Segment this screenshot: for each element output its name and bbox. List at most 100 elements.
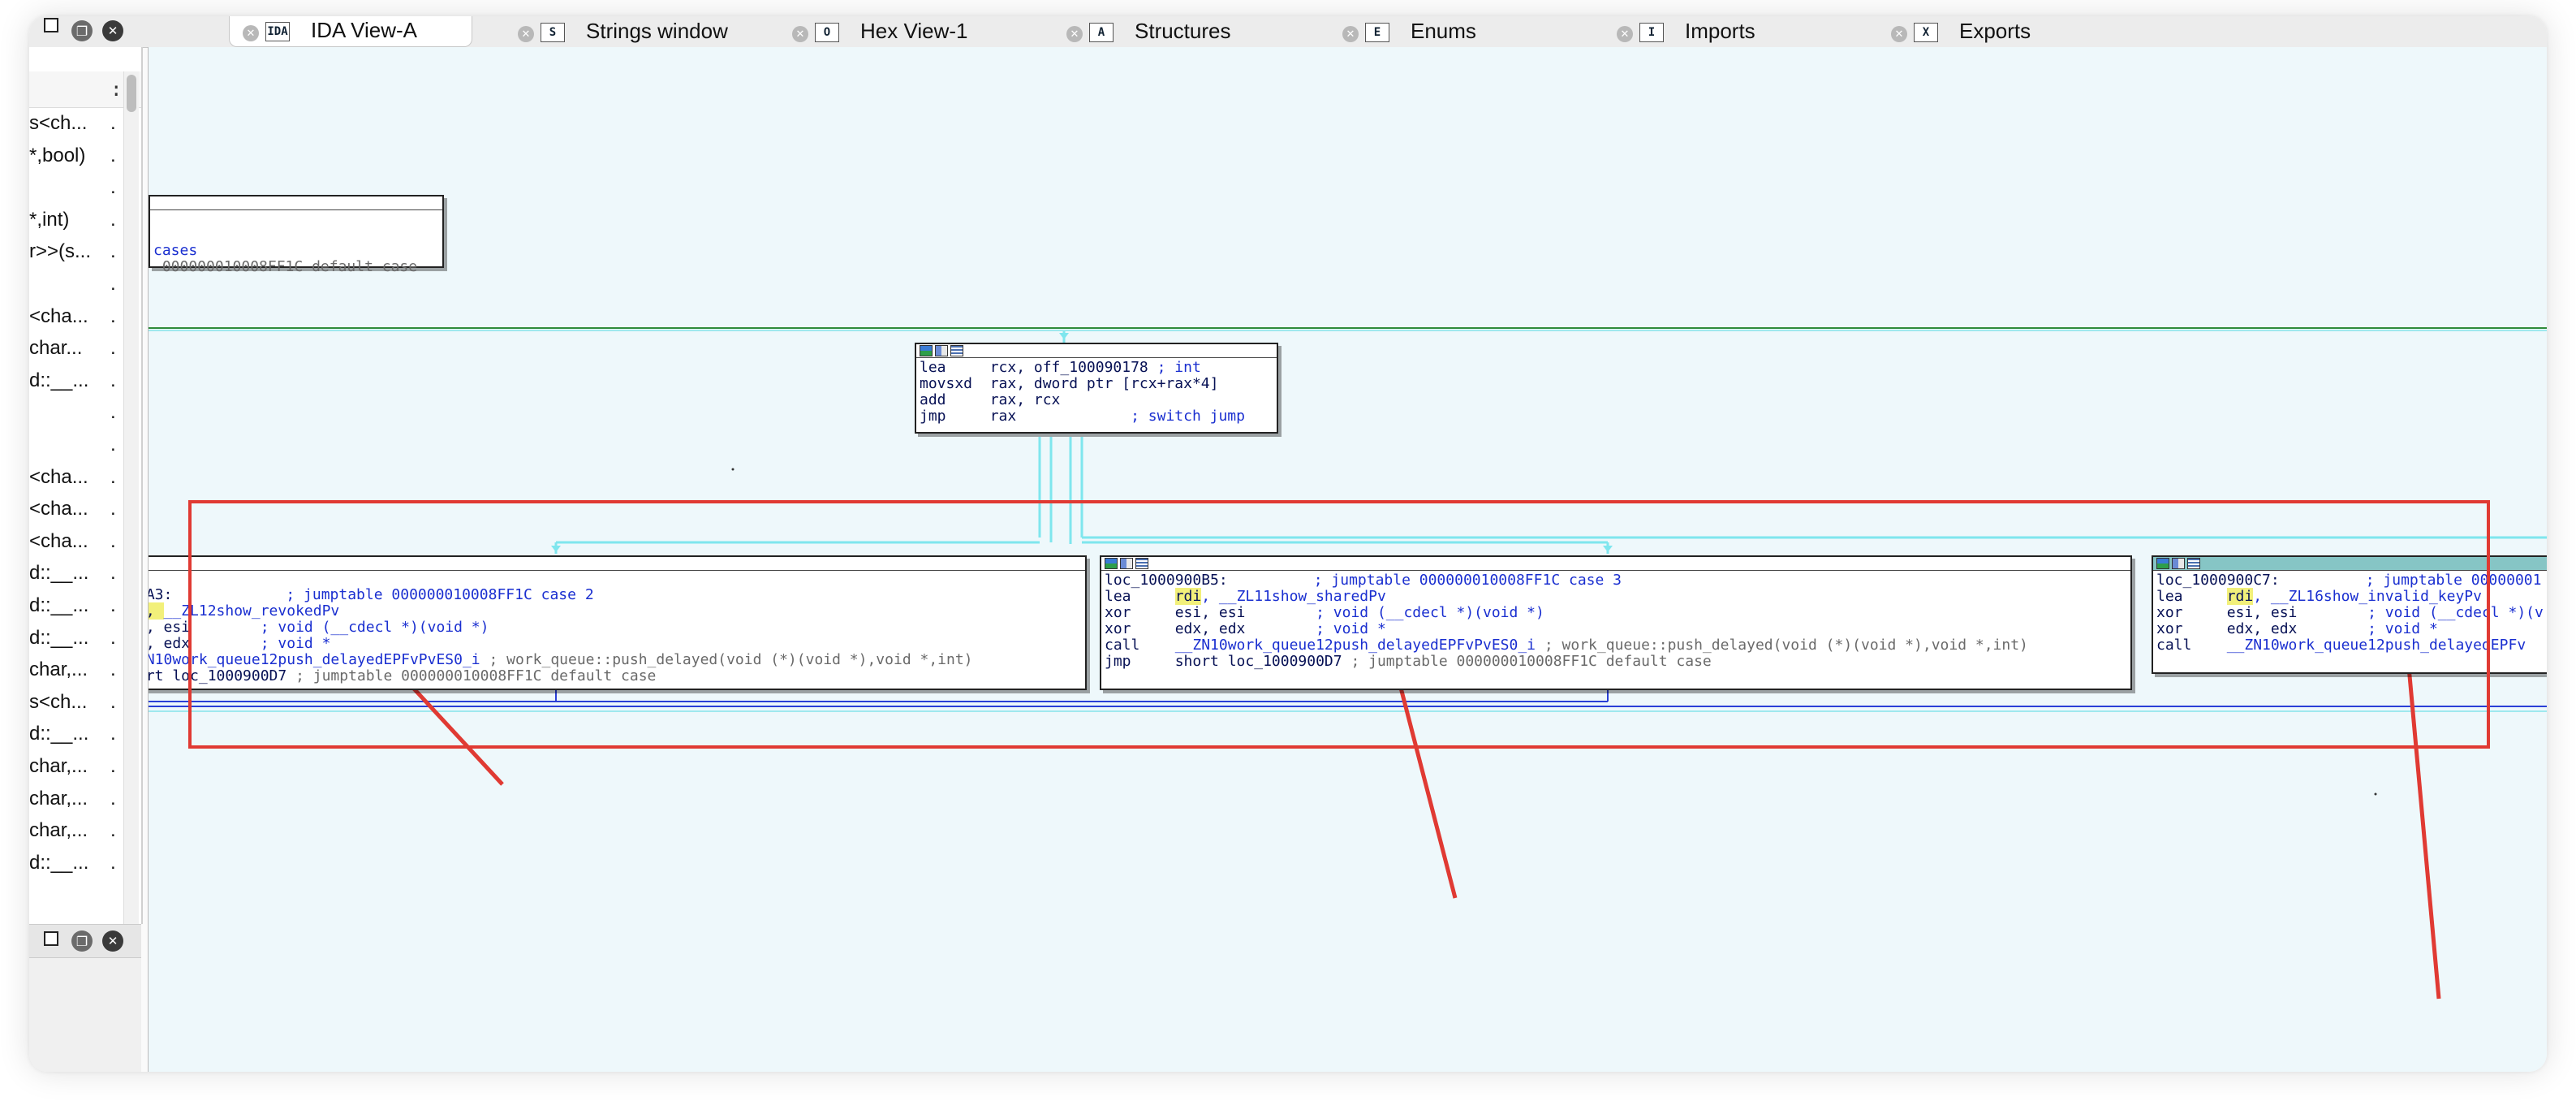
asm-symbol-show-shared[interactable]: , __ZL11show_sharedPv — [1201, 588, 1386, 605]
function-column-marker: . — [110, 369, 116, 391]
asm-comment: ; jumptable 00000001 — [2365, 572, 2542, 589]
node-title-bar — [916, 344, 1277, 358]
function-list-item[interactable]: r>>(s.... — [29, 240, 120, 270]
restore-icon[interactable]: ❐ — [71, 20, 93, 41]
function-list-item[interactable]: d::__.... — [29, 723, 120, 752]
tab-hex-view-1[interactable]: ✕ O Hex View-1 — [779, 16, 1023, 47]
function-list-item[interactable]: d::__.... — [29, 627, 120, 656]
tab-exports[interactable]: ✕ X Exports — [1878, 16, 2122, 47]
graph-color-icon[interactable] — [1105, 558, 1118, 569]
asm-comment: ; jumptable 000000010008FF1C case 2 — [286, 586, 594, 603]
tab-close-icon[interactable]: ✕ — [1066, 26, 1083, 42]
asm-symbol-push-delayed[interactable]: ZN10work_queue12push_delayedEPFvPvES0_i — [149, 651, 480, 668]
close-icon[interactable]: ✕ — [102, 20, 123, 41]
node-case-3[interactable]: loc_1000900B5: ; jumptable 000000010008FF… — [1100, 555, 2132, 690]
function-list-item[interactable]: d::__.... — [29, 594, 120, 624]
asm-symbol-show-invalid-key[interactable]: , __ZL16show_invalid_keyPv — [2253, 588, 2482, 605]
function-name: char,... — [29, 819, 88, 842]
function-list-item[interactable]: . — [29, 176, 120, 205]
graph-list-icon[interactable] — [1135, 558, 1148, 569]
tab-strings-window[interactable]: ✕ S Strings window — [505, 16, 748, 47]
function-name: s<ch... — [29, 112, 88, 134]
tab-close-icon[interactable]: ✕ — [1891, 26, 1907, 42]
tab-enums[interactable]: ✕ E Enums — [1329, 16, 1573, 47]
function-column-marker: . — [110, 240, 116, 263]
function-list-item[interactable]: d::__.... — [29, 369, 120, 399]
function-column-marker: . — [110, 851, 116, 874]
asm-label: loc_1000900C7: — [2156, 572, 2280, 589]
tab-close-icon[interactable]: ✕ — [518, 26, 534, 42]
maximize-icon[interactable] — [44, 931, 58, 946]
function-list-item[interactable]: char,.... — [29, 658, 120, 688]
node-cases[interactable]: cases 000000010008FF1C default case — [149, 195, 444, 275]
function-column-marker: . — [110, 465, 116, 488]
function-name: <cha... — [29, 304, 88, 327]
function-list-item[interactable]: *,int). — [29, 209, 120, 238]
graph-list-icon[interactable] — [2187, 558, 2200, 569]
node-case-2[interactable]: DA3:; jumptable 000000010008FF1C case 2 … — [149, 555, 1087, 690]
graph-view[interactable]: cases 000000010008FF1C default case lea … — [148, 47, 2547, 1072]
function-column-marker: . — [110, 498, 116, 520]
asm-comment: ; void (__cdecl *)(v — [2367, 604, 2544, 621]
asm-symbol-show-revoked[interactable]: __ZL12show_revokedPv — [164, 602, 340, 620]
restore-icon[interactable]: ❐ — [71, 930, 93, 952]
tab-imports[interactable]: ✕ I Imports — [1604, 16, 1847, 47]
tab-close-icon[interactable]: ✕ — [792, 26, 808, 42]
function-list-item[interactable]: s<ch.... — [29, 112, 120, 141]
function-list-item[interactable]: d::__.... — [29, 852, 120, 881]
tab-close-icon[interactable]: ✕ — [243, 25, 259, 41]
function-list-item[interactable]: . — [29, 273, 120, 302]
function-column-marker: . — [110, 176, 116, 199]
tab-ida-view-a[interactable]: ✕ IDA IDA View-A — [229, 16, 472, 47]
functions-panel: : s<ch.... *,bool).. *,int). r>>(s..... <cha… — [29, 47, 143, 924]
graph-name-icon[interactable] — [2172, 558, 2185, 569]
graph-list-icon[interactable] — [950, 345, 963, 356]
maximize-icon[interactable] — [44, 18, 58, 32]
tab-close-icon[interactable]: ✕ — [1342, 26, 1359, 42]
node-case-invalid-key[interactable]: loc_1000900C7: ; jumptable 00000001 lea r… — [2152, 555, 2547, 674]
function-list-item[interactable]: <cha.... — [29, 305, 120, 335]
graph-color-icon[interactable] — [2156, 558, 2169, 569]
asm-line: xor edx, edx — [1105, 620, 1316, 637]
exports-icon: X — [1914, 23, 1938, 42]
function-column-marker: . — [110, 626, 116, 649]
function-column-marker: . — [110, 337, 116, 360]
graph-name-icon[interactable] — [1120, 558, 1133, 569]
function-list-item[interactable]: char,.... — [29, 819, 120, 848]
function-name: s<ch... — [29, 690, 88, 713]
function-list-item[interactable]: <cha.... — [29, 530, 120, 559]
functions-scrollbar[interactable] — [123, 71, 139, 924]
function-column-marker: . — [110, 401, 116, 424]
function-list-item[interactable]: <cha.... — [29, 466, 120, 495]
graph-name-icon[interactable] — [935, 345, 948, 356]
ida-window: ❐ ✕ ✕ IDA IDA View-A ✕ S Strings window ✕ O Hex … — [29, 16, 2547, 1072]
tab-close-icon[interactable]: ✕ — [1617, 26, 1633, 42]
tab-label: Strings window — [586, 19, 728, 43]
function-list-item[interactable]: . — [29, 434, 120, 463]
function-list-item[interactable]: d::__.... — [29, 562, 120, 591]
asm-symbol-push-delayed[interactable]: __ZN10work_queue12push_delayedEPFv — [2227, 637, 2526, 654]
asm-line: movsxd rax, dword ptr [rcx+rax*4] — [920, 375, 1219, 392]
asm-symbol-push-delayed[interactable]: __ZN10work_queue12push_delayedEPFvPvES0_… — [1175, 637, 1536, 654]
tab-label: Imports — [1685, 19, 1755, 43]
function-list-item[interactable]: char.... — [29, 337, 120, 366]
asm-register: rdi — [2226, 588, 2254, 605]
function-list-item[interactable]: *,bool). — [29, 145, 120, 174]
asm-label: cases — [153, 242, 198, 259]
function-name: *,int) — [29, 208, 70, 231]
function-name: <cha... — [29, 529, 88, 552]
bottom-panel-header: ❐ ✕ — [29, 925, 141, 958]
function-list-item[interactable]: <cha.... — [29, 498, 120, 527]
function-list-item[interactable]: s<ch.... — [29, 691, 120, 720]
node-switch[interactable]: lea rcx, off_100090178 ; int movsxd rax,… — [915, 343, 1278, 434]
graph-color-icon[interactable] — [920, 345, 933, 356]
function-list-item[interactable]: char,.... — [29, 755, 120, 784]
function-list-item[interactable]: char,.... — [29, 788, 120, 817]
asm-label: loc_1000900B5: — [1105, 572, 1228, 589]
function-name: d::__... — [29, 626, 89, 649]
close-icon[interactable]: ✕ — [102, 930, 123, 952]
tab-structures[interactable]: ✕ A Structures — [1053, 16, 1297, 47]
scrollbar-thumb[interactable] — [127, 75, 136, 112]
asm-register: i, — [149, 602, 164, 620]
function-list-item[interactable]: . — [29, 401, 120, 430]
